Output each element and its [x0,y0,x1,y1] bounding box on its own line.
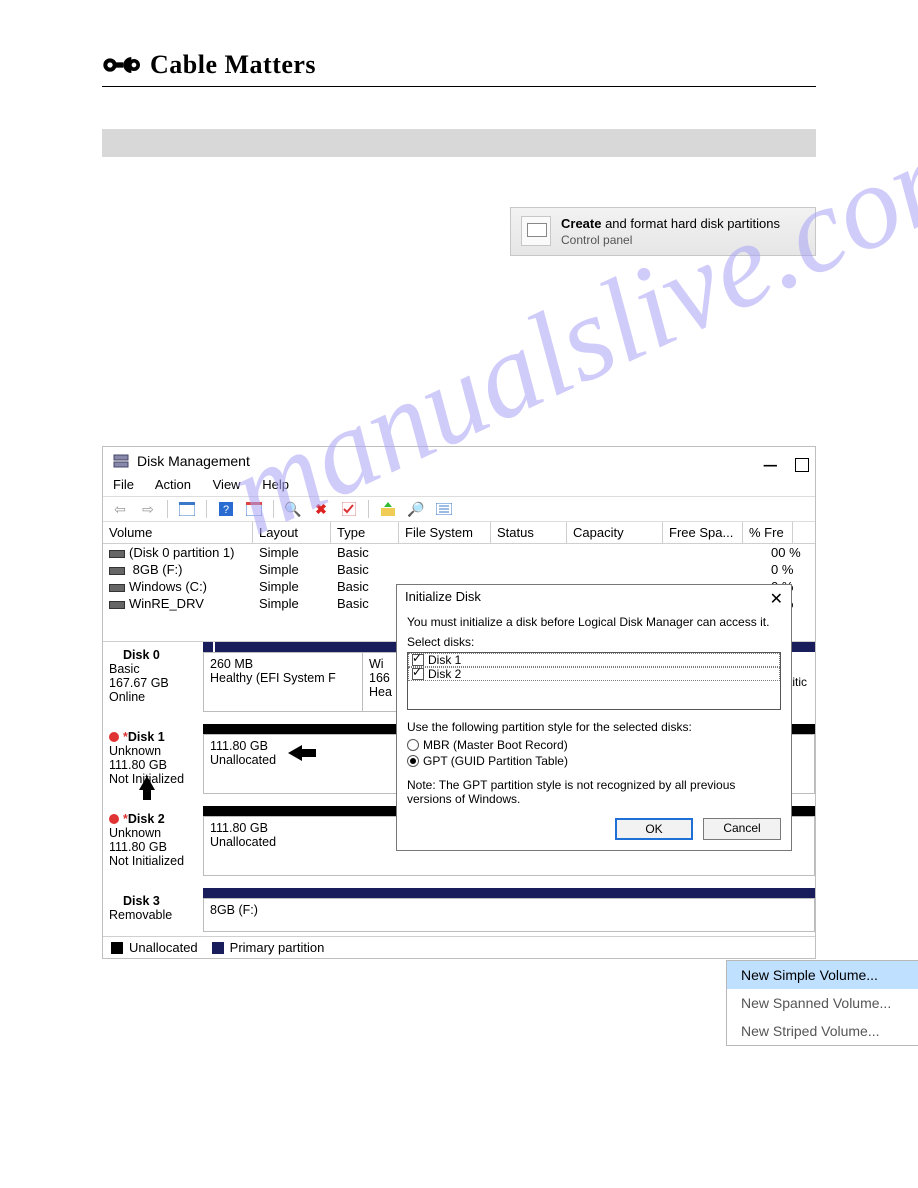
menu-file[interactable]: File [113,477,134,492]
cancel-button[interactable]: Cancel [703,818,781,840]
partition-icon [521,216,551,246]
brand-name: Cable Matters [150,50,316,80]
disk-3-panel: Disk 3 Removable 8GB (F:) [103,888,815,936]
table-row[interactable]: (Disk 0 partition 1) Simple Basic 00 % [103,544,815,561]
toolbar: ⇦ ⇨ ? 🔍 ✖ 🔎 [103,496,815,522]
swatch-primary-icon [212,942,224,954]
control-panel-subtitle: Control panel [561,233,780,247]
forward-icon[interactable]: ⇨ [139,500,157,518]
cable-matters-logo-icon [102,51,142,79]
legend-primary: Primary partition [230,940,325,955]
maximize-icon[interactable] [795,458,809,472]
initialize-disk-dialog: Initialize Disk ✕ You must initialize a … [396,584,792,851]
dialog-title: Initialize Disk [405,589,481,609]
arrow-up-icon [139,776,155,790]
back-icon[interactable]: ⇦ [111,500,129,518]
svg-text:?: ? [223,504,229,516]
disk-3-volume[interactable]: 8GB (F:) [203,898,815,932]
close-icon[interactable]: ✕ [770,589,783,609]
select-disks-label: Select disks: [407,635,781,649]
calendar-icon[interactable] [245,500,263,518]
col-filesystem[interactable]: File System [399,522,491,543]
checkbox-icon[interactable] [412,668,424,680]
disk-0-info[interactable]: Disk 0 Basic 167.67 GB Online [103,642,203,712]
radio-gpt[interactable]: GPT (GUID Partition Table) [407,754,781,768]
disk-2-info[interactable]: *Disk 2 Unknown 111.80 GB Not Initialize… [103,806,203,876]
properties-icon[interactable] [435,500,453,518]
menu-view[interactable]: View [213,477,241,492]
search-icon[interactable]: 🔍 [284,500,302,518]
up-icon[interactable] [379,500,397,518]
context-menu: New Simple Volume... New Spanned Volume.… [726,960,918,1046]
minimize-icon[interactable]: – [764,451,777,479]
col-layout[interactable]: Layout [253,522,331,543]
col-pctfree[interactable]: % Fre [743,522,793,543]
menu-new-simple-volume[interactable]: New Simple Volume... [727,961,918,989]
brand-header: Cable Matters [102,50,816,87]
ok-button[interactable]: OK [615,818,693,840]
disk-mgmt-icon [113,453,129,469]
control-panel-result[interactable]: Create and format hard disk partitions C… [510,207,816,256]
col-freespace[interactable]: Free Spa... [663,522,743,543]
radio-mbr[interactable]: MBR (Master Boot Record) [407,738,781,752]
panel-icon[interactable] [178,500,196,518]
find-icon[interactable]: 🔎 [407,500,425,518]
disk-0-seg-1[interactable]: 260 MB Healthy (EFI System F [203,652,363,712]
volume-table-header: Volume Layout Type File System Status Ca… [103,522,815,544]
help-icon[interactable]: ? [217,500,235,518]
control-panel-title: Create and format hard disk partitions [561,216,780,231]
disk-1-info[interactable]: *Disk 1 Unknown 111.80 GB Not Initialize… [103,724,203,794]
col-status[interactable]: Status [491,522,567,543]
grey-title-strip [102,129,816,157]
menu-new-spanned-volume[interactable]: New Spanned Volume... [727,989,918,1017]
legend: Unallocated Primary partition [103,936,815,958]
disk-list-item[interactable]: Disk 2 [408,667,780,681]
menu-new-striped-volume[interactable]: New Striped Volume... [727,1017,918,1045]
col-capacity[interactable]: Capacity [567,522,663,543]
menu-action[interactable]: Action [155,477,191,492]
window-title: Disk Management [137,453,250,469]
document-page: Cable Matters Create and format hard dis… [0,0,918,999]
dialog-note: Note: The GPT partition style is not rec… [407,778,781,806]
col-type[interactable]: Type [331,522,399,543]
disk-3-info[interactable]: Disk 3 Removable [103,888,203,932]
col-volume[interactable]: Volume [103,522,253,543]
disk-list: Disk 1 Disk 2 [407,652,781,710]
disk-list-item[interactable]: Disk 1 [408,653,780,667]
delete-icon[interactable]: ✖ [312,500,330,518]
window-titlebar[interactable]: Disk Management – [103,447,815,475]
dialog-intro: You must initialize a disk before Logica… [407,615,781,629]
arrow-left-icon [288,745,302,761]
swatch-unallocated-icon [111,942,123,954]
partition-style-label: Use the following partition style for th… [407,720,781,734]
legend-unallocated: Unallocated [129,940,198,955]
menu-bar: File Action View Help [103,475,815,496]
menu-help[interactable]: Help [262,477,289,492]
check-icon[interactable] [340,500,358,518]
table-row[interactable]: 8GB (F:) Simple Basic 0 % [103,561,815,578]
